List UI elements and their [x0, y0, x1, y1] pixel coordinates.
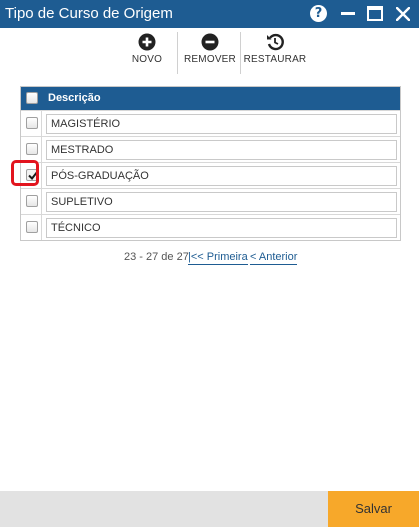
novo-button[interactable]: NOVO: [125, 33, 169, 75]
help-button[interactable]: ?: [309, 4, 329, 24]
close-button[interactable]: [394, 4, 414, 24]
novo-label: NOVO: [131, 54, 163, 65]
pagination: 23 - 27 de 27 |<< Primeira < Anterior: [0, 251, 419, 267]
table-row[interactable]: SUPLETIVO: [21, 188, 400, 214]
minimize-button[interactable]: [339, 4, 359, 24]
row-checkbox[interactable]: [26, 221, 38, 233]
row-checkbox[interactable]: [26, 195, 38, 207]
close-icon: [396, 7, 410, 21]
restaurar-label: RESTAURAR: [243, 54, 307, 65]
restore-icon: [267, 33, 284, 51]
column-header-descricao[interactable]: Descrição: [48, 92, 101, 104]
save-button[interactable]: Salvar: [328, 491, 419, 527]
table-row[interactable]: TÉCNICO: [21, 214, 400, 240]
select-all-checkbox[interactable]: [26, 92, 38, 104]
minimize-icon: [341, 12, 355, 15]
row-description[interactable]: TÉCNICO: [46, 218, 397, 238]
minus-circle-icon: [201, 33, 219, 51]
column-divider: [41, 110, 42, 240]
remover-label: REMOVER: [184, 54, 236, 65]
maximize-icon: [367, 6, 383, 21]
row-checkbox[interactable]: [26, 143, 38, 155]
grid-header: Descrição: [21, 87, 400, 110]
remover-button[interactable]: REMOVER: [183, 33, 237, 75]
plus-circle-icon: [138, 33, 156, 51]
previous-page-link[interactable]: < Anterior: [250, 251, 298, 265]
page-range: 23 - 27 de 27: [124, 251, 189, 263]
row-description[interactable]: MESTRADO: [46, 140, 397, 160]
row-checkbox[interactable]: [26, 117, 38, 129]
first-page-link[interactable]: |<< Primeira: [188, 251, 248, 265]
checkmark-icon: [28, 170, 39, 181]
restaurar-button[interactable]: RESTAURAR: [243, 33, 307, 75]
row-description[interactable]: SUPLETIVO: [46, 192, 397, 212]
data-grid: Descrição MAGISTÉRIO MESTRADO PÓS-GRADUA…: [20, 86, 401, 241]
row-checkbox-checked[interactable]: [26, 169, 39, 181]
window-title: Tipo de Curso de Origem: [5, 5, 173, 22]
title-bar: Tipo de Curso de Origem ?: [0, 0, 419, 28]
table-row[interactable]: MAGISTÉRIO: [21, 110, 400, 136]
table-row[interactable]: MESTRADO: [21, 136, 400, 162]
row-description[interactable]: MAGISTÉRIO: [46, 114, 397, 134]
help-icon: ?: [310, 5, 327, 22]
maximize-button[interactable]: [366, 4, 386, 24]
table-row[interactable]: PÓS-GRADUAÇÃO: [21, 162, 400, 188]
row-description[interactable]: PÓS-GRADUAÇÃO: [46, 166, 397, 186]
toolbar-divider: [177, 32, 178, 74]
toolbar-divider: [240, 32, 241, 74]
